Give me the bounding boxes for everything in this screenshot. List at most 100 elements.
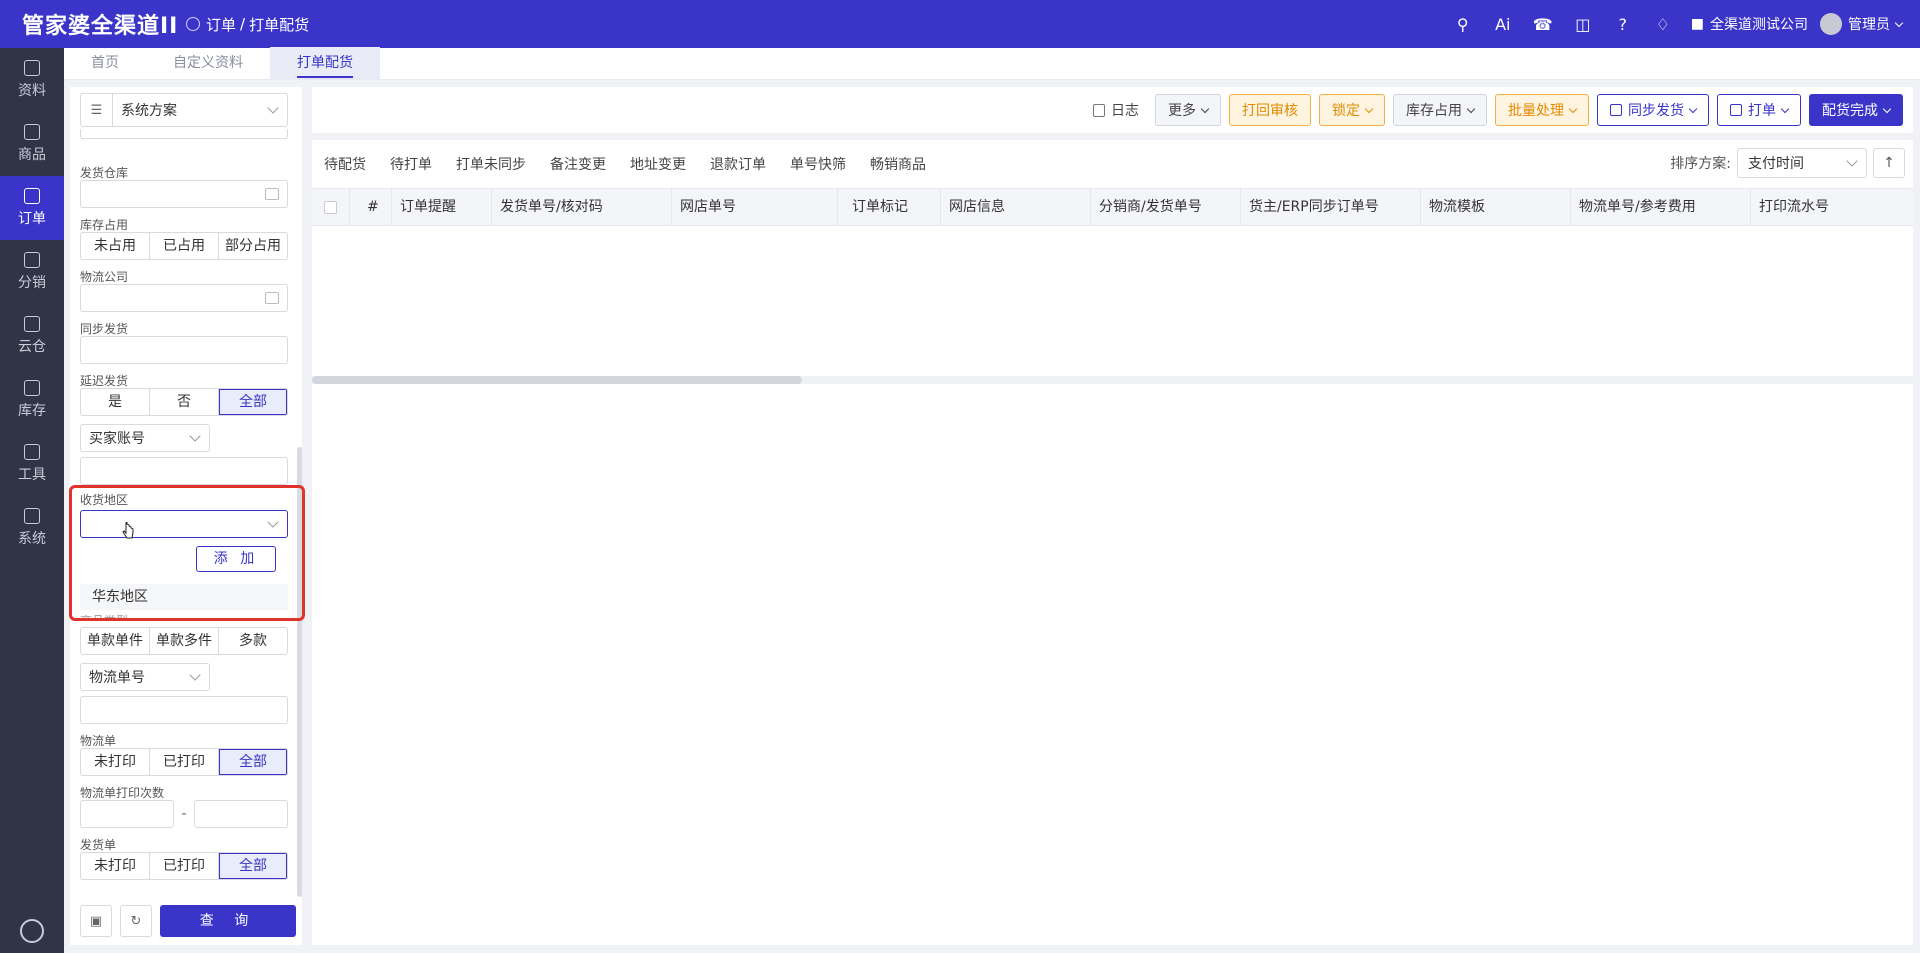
- ship-doc-all[interactable]: 全部: [219, 853, 287, 879]
- column-shop-order-no[interactable]: 网店单号: [672, 189, 838, 225]
- column-order-mark[interactable]: 订单标记: [838, 189, 941, 225]
- page-tabs: 首页 自定义资料 打单配货: [64, 47, 1920, 80]
- stock-occupy-button[interactable]: 库存占用: [1393, 94, 1487, 126]
- column-logistics-template[interactable]: 物流模板: [1421, 189, 1571, 225]
- box-icon: [24, 124, 40, 140]
- ship-doc-printed[interactable]: 已打印: [150, 853, 219, 879]
- help-icon[interactable]: ?: [1603, 0, 1643, 48]
- company-switcher[interactable]: ■ 全渠道测试公司: [1691, 14, 1808, 34]
- sort-direction-button[interactable]: ↑: [1873, 148, 1905, 178]
- buyer-select-value: 买家账号: [89, 431, 145, 447]
- log-button[interactable]: 日志: [1093, 100, 1139, 120]
- breadcrumb: 订单 / 打单配货: [186, 14, 309, 35]
- goods-type-multi[interactable]: 多款: [219, 628, 287, 654]
- query-button[interactable]: 查 询: [160, 905, 296, 937]
- sort-select[interactable]: 支付时间: [1737, 148, 1867, 178]
- tab-print-pick[interactable]: 打单配货: [270, 47, 380, 79]
- waybill-all[interactable]: 全部: [219, 749, 287, 775]
- delay-option-no[interactable]: 否: [150, 389, 219, 415]
- column-shop-info[interactable]: 网店信息: [941, 189, 1091, 225]
- column-print-serial[interactable]: 打印流水号: [1751, 189, 1913, 225]
- warehouse-icon[interactable]: [265, 188, 279, 200]
- stock-segment: 未占用 已占用 部分占用: [80, 232, 288, 260]
- subtab-bestsellers[interactable]: 畅销商品: [870, 154, 926, 174]
- column-distributor[interactable]: 分销商/发货单号: [1091, 189, 1241, 225]
- lock-button[interactable]: 锁定: [1319, 94, 1385, 126]
- stack-icon: [24, 380, 40, 396]
- sync-ship-input[interactable]: [80, 336, 288, 364]
- delay-option-all[interactable]: 全部: [219, 389, 287, 415]
- search-icon[interactable]: ⚲: [1443, 0, 1483, 48]
- stock-option-partial[interactable]: 部分占用: [219, 233, 287, 259]
- tab-home[interactable]: 首页: [64, 47, 146, 79]
- buyer-field-select[interactable]: 买家账号: [80, 424, 210, 452]
- gear-icon[interactable]: [20, 919, 44, 943]
- return-review-button[interactable]: 打回审核: [1229, 94, 1311, 126]
- logistics-no-input[interactable]: [80, 696, 288, 724]
- print-count-max-input[interactable]: [194, 800, 288, 828]
- nav-item-distribution[interactable]: 分销: [0, 240, 64, 304]
- waybill-unprinted[interactable]: 未打印: [81, 749, 150, 775]
- user-menu[interactable]: 管理员: [1820, 13, 1904, 35]
- bell-icon[interactable]: ♢: [1643, 0, 1683, 48]
- column-owner-erp[interactable]: 货主/ERP同步订单号: [1241, 189, 1421, 225]
- refresh-icon[interactable]: ↻: [120, 905, 152, 937]
- scheme-icon[interactable]: ☰: [81, 94, 113, 126]
- more-button[interactable]: 更多: [1155, 94, 1221, 126]
- subtab-printed-unsynced[interactable]: 打单未同步: [456, 154, 526, 174]
- table-horizontal-scrollbar[interactable]: [312, 376, 1913, 384]
- stock-option-occupied[interactable]: 已占用: [150, 233, 219, 259]
- subtab-remark-changed[interactable]: 备注变更: [550, 154, 606, 174]
- waybill-printed[interactable]: 已打印: [150, 749, 219, 775]
- logistics-no-select[interactable]: 物流单号: [80, 663, 210, 691]
- nav-item-inventory[interactable]: 库存: [0, 368, 64, 432]
- avatar: [1820, 13, 1842, 35]
- stock-option-unoccupied[interactable]: 未占用: [81, 233, 150, 259]
- column-index: #: [350, 189, 392, 225]
- subtab-pending-print[interactable]: 待打单: [390, 154, 432, 174]
- nav-item-system[interactable]: 系统: [0, 496, 64, 560]
- column-ship-no[interactable]: 发货单号/核对码: [492, 189, 672, 225]
- ship-doc-unprinted[interactable]: 未打印: [81, 853, 150, 879]
- nav-item-data[interactable]: 资料: [0, 48, 64, 112]
- pick-done-button[interactable]: 配货完成: [1809, 94, 1903, 126]
- batch-button[interactable]: 批量处理: [1495, 94, 1589, 126]
- nav-label: 订单: [18, 211, 46, 227]
- ai-icon[interactable]: Ai: [1483, 0, 1523, 48]
- goods-type-single-piece[interactable]: 单款单件: [81, 628, 150, 654]
- subtab-pending-pick[interactable]: 待配货: [324, 154, 366, 174]
- goods-type-single-multi[interactable]: 单款多件: [150, 628, 219, 654]
- subtab-refund-orders[interactable]: 退款订单: [710, 154, 766, 174]
- toolbox-icon[interactable]: ▣: [80, 905, 112, 937]
- column-logistics-no[interactable]: 物流单号/参考费用: [1571, 189, 1751, 225]
- nav-item-tools[interactable]: 工具: [0, 432, 64, 496]
- print-button[interactable]: 打单: [1717, 94, 1801, 126]
- sync-ship-button[interactable]: 同步发货: [1597, 94, 1709, 126]
- scheme-select[interactable]: ☰ 系统方案: [80, 93, 288, 127]
- buyer-input[interactable]: [80, 457, 288, 485]
- ship-doc-label: 发货单: [80, 838, 117, 852]
- nav-item-cloud-warehouse[interactable]: 云仓: [0, 304, 64, 368]
- waybill-print-count-label: 物流单打印次数: [80, 786, 165, 800]
- app-logo[interactable]: 管家婆全渠道II: [0, 8, 177, 40]
- select-all-checkbox[interactable]: [312, 189, 350, 225]
- subtab-address-changed[interactable]: 地址变更: [630, 154, 686, 174]
- nav-item-goods[interactable]: 商品: [0, 112, 64, 176]
- chevron-down-icon: [267, 102, 279, 114]
- top-bar: 管家婆全渠道II 订单 / 打单配货 ⚲ Ai ☎ ◫ ? ♢ ■ 全渠道测试公…: [0, 0, 1920, 48]
- print-count-min-input[interactable]: [80, 800, 174, 828]
- book-icon[interactable]: ◫: [1563, 0, 1603, 48]
- truck-icon[interactable]: [265, 292, 279, 304]
- tab-custom-data[interactable]: 自定义资料: [146, 47, 270, 79]
- column-order-reminder[interactable]: 订单提醒: [392, 189, 492, 225]
- logistics-company-input[interactable]: [80, 284, 288, 312]
- scrollbar-thumb[interactable]: [312, 376, 802, 384]
- subtab-quick-filter[interactable]: 单号快筛: [790, 154, 846, 174]
- previous-field-input[interactable]: [80, 129, 288, 139]
- nav-item-orders[interactable]: 订单: [0, 176, 64, 240]
- nav-label: 工具: [18, 467, 46, 483]
- warehouse-input[interactable]: [80, 180, 288, 208]
- breadcrumb-parent[interactable]: 订单: [206, 14, 236, 35]
- delay-option-yes[interactable]: 是: [81, 389, 150, 415]
- headset-icon[interactable]: ☎: [1523, 0, 1563, 48]
